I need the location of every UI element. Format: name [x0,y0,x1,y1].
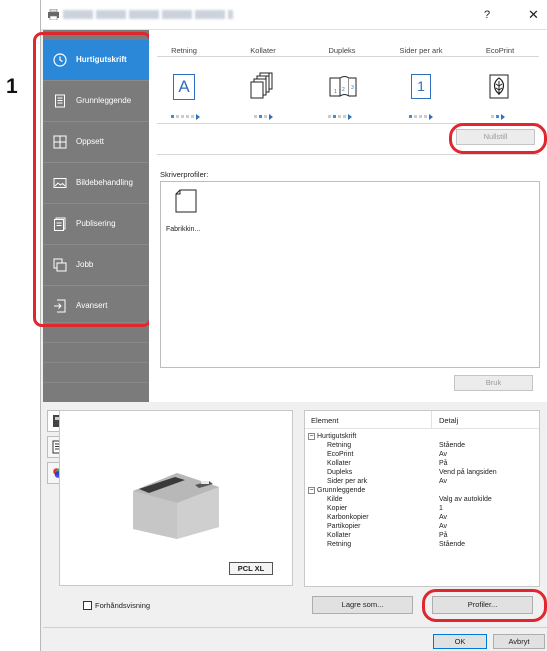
table-row: EcoPrint Av [327,451,448,458]
printer-image [133,473,219,539]
orientation-option[interactable]: A [173,74,195,100]
orientation-letter: A [178,77,190,96]
footer-separator [43,627,547,628]
save-as-button[interactable]: Lagre som... [312,596,413,614]
svg-text:1: 1 [334,89,337,95]
duplex-option[interactable]: 123 [328,73,358,102]
column-label-ecoprint: EcoPrint [485,46,515,55]
dupleks-selector-dots[interactable] [328,112,352,120]
table-row: Retning Stående [327,442,466,449]
column-label-retning: Retning [171,46,197,55]
table-row: Kilde Valg av autokilde [327,496,492,503]
callout-number-1: 1 [6,75,18,98]
profile-item-factory[interactable]: Fabrikkin... [166,187,208,237]
preview-checkbox[interactable] [83,601,92,610]
profile-item-label: Fabrikkin... [166,226,201,233]
window-title-blurred [63,10,233,19]
table-row: Kopier 1 [327,505,443,512]
column-header-detail: Detalj [439,416,459,425]
callout-sidebar-highlight [33,32,152,327]
table-row: Kollater På [327,532,448,539]
ecoprint-leaf-icon [489,74,509,99]
callout-profiles-highlight [422,589,547,622]
table-group-row[interactable]: − Hurtigutskrift [305,432,539,441]
ecoprint-option[interactable] [488,74,510,99]
settings-table[interactable]: Element Detalj − Hurtigutskrift Retning St… [304,410,540,587]
duplex-icon: 123 [329,76,357,97]
printer-preview: PCL XL [59,410,293,586]
retning-selector-dots[interactable] [171,112,200,120]
collapse-icon[interactable]: − [308,487,315,494]
callout-reset-highlight [449,123,547,154]
table-group-row[interactable]: − Grunnleggende [305,486,539,495]
sider-per-ark-selector-dots[interactable] [409,112,433,120]
svg-text:3: 3 [351,85,354,91]
printer-icon [48,9,59,20]
printer-profiles-label: Skriverprofiler: [160,170,209,179]
apply-button[interactable]: Bruk [454,375,533,391]
table-row: Dupleks Vend på langsiden [327,469,497,476]
sidebar-empty-area [43,322,149,402]
table-header: Element Detalj [305,411,539,429]
separator [157,56,539,57]
column-header-element: Element [311,416,339,425]
column-label-kollater: Kollater [250,46,276,55]
table-row: Sider per ark Av [327,478,448,485]
close-button[interactable]: ✕ [528,7,539,23]
pages-per-sheet-option[interactable]: 1 [411,74,431,99]
table-row: Kollater På [327,460,448,467]
ecoprint-selector-dots[interactable] [491,112,505,120]
column-label-dupleks: Dupleks [328,46,356,55]
title-bar: ? ✕ [41,0,547,30]
collate-option[interactable] [250,72,276,102]
help-button[interactable]: ? [484,9,490,21]
column-divider [431,411,432,429]
pages-per-sheet-value: 1 [417,78,425,94]
profile-page-icon [175,189,197,213]
table-row: Retning Stående [327,541,466,548]
collapse-icon[interactable]: − [308,433,315,440]
svg-text:2: 2 [342,87,345,93]
cancel-button[interactable]: Avbryt [493,634,545,649]
ok-button[interactable]: OK [433,634,487,649]
collate-icon [250,72,273,99]
profiles-list[interactable]: Fabrikkin... Bruk [160,181,540,391]
pcl-xl-badge: PCL XL [229,562,273,575]
kollater-selector-dots[interactable] [254,112,273,120]
table-row: Karbonkopier Av [327,514,448,521]
separator [157,154,539,155]
column-label-sider-per-ark: Sider per ark [399,46,443,55]
preview-checkbox-label: Forhåndsvisning [95,601,151,610]
table-row: Partikopier Av [327,523,448,530]
